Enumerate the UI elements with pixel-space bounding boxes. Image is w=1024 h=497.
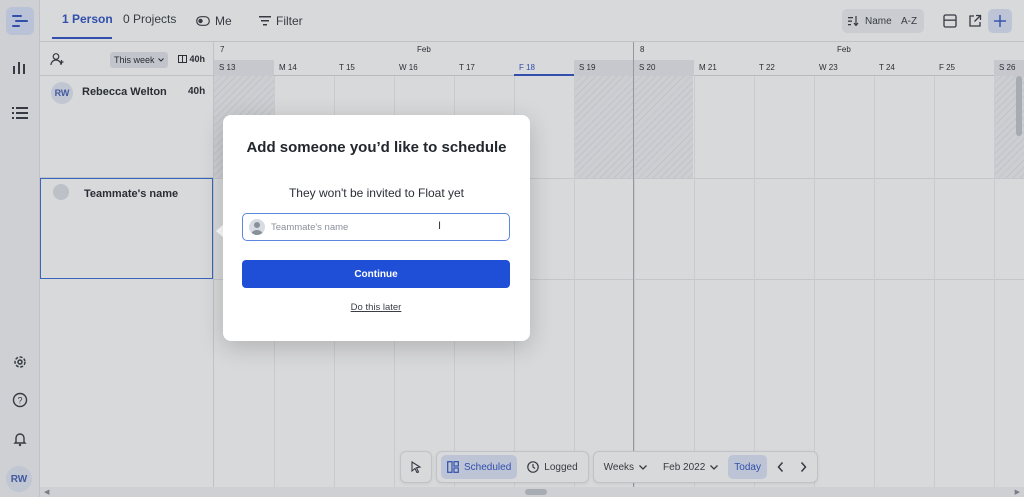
- dialog-subtitle: They won't be invited to Float yet: [288, 186, 465, 200]
- teammate-name-field[interactable]: I: [242, 213, 510, 241]
- text-cursor-icon: I: [438, 220, 442, 232]
- person-icon: [249, 219, 265, 235]
- continue-button[interactable]: Continue: [242, 260, 510, 288]
- do-this-later-link[interactable]: Do this later: [242, 302, 510, 313]
- teammate-name-input[interactable]: [271, 217, 501, 237]
- add-teammate-dialog: Add someone you’d like to schedule They …: [223, 115, 530, 341]
- dialog-title: Add someone you’d like to schedule: [246, 139, 507, 156]
